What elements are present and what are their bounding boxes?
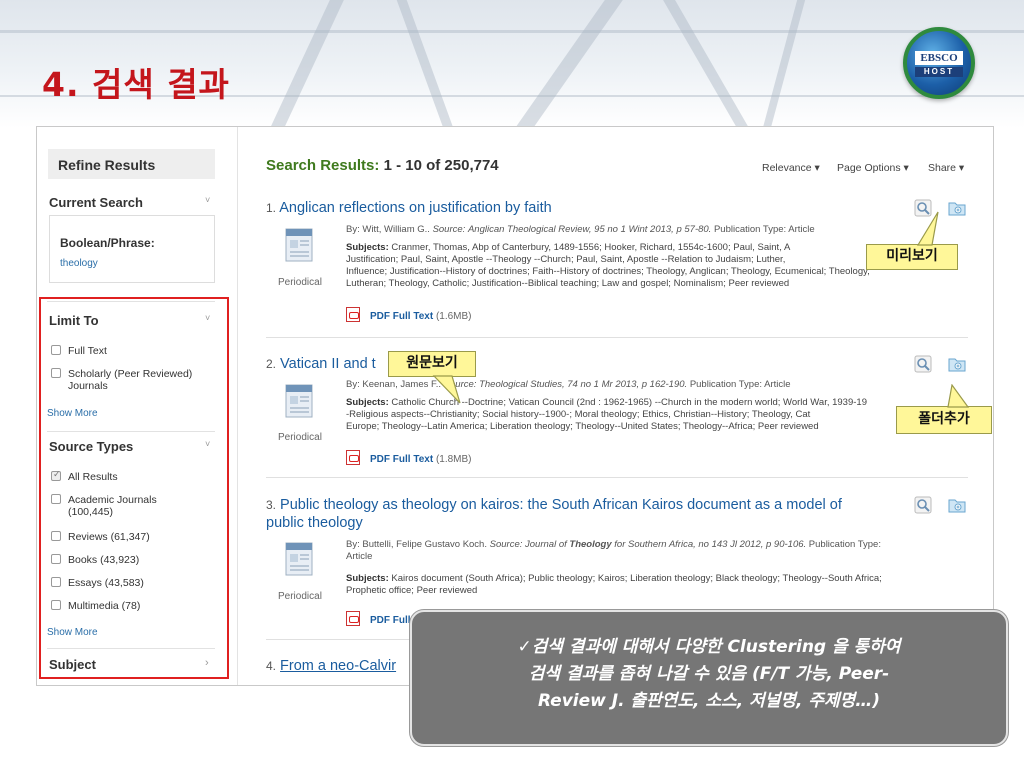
share-dropdown[interactable]: Share ▾: [928, 162, 964, 174]
callout-pointer: [947, 384, 970, 408]
publication-type-label: Periodical: [278, 277, 322, 288]
slide: 4. 검색 결과 EBSCO HOST Refine Results Curre…: [0, 0, 1024, 768]
filter-all-results[interactable]: All Results: [51, 469, 118, 483]
divider: [266, 477, 968, 478]
result-byline: By: Witt, William G.. Source: Anglican T…: [346, 224, 815, 235]
slide-header: 4. 검색 결과 EBSCO HOST: [0, 0, 1024, 128]
search-results-screenshot: Refine Results Current Search ˅ Boolean/…: [36, 126, 994, 686]
header-beam: [515, 0, 623, 128]
filter-full-text[interactable]: Full Text: [51, 345, 107, 357]
source-show-more-link[interactable]: Show More: [47, 627, 98, 638]
filter-essays[interactable]: Essays (43,583): [51, 577, 144, 589]
limit-show-more-link[interactable]: Show More: [47, 408, 98, 419]
page-title: 4. 검색 결과: [42, 65, 230, 104]
results-panel: Search Results: 1 - 10 of 250,774 Releva…: [237, 127, 993, 685]
publication-type-label: Periodical: [278, 591, 322, 602]
checkbox[interactable]: [51, 577, 61, 587]
pdf-full-text-link[interactable]: PDF Full: [346, 611, 411, 626]
chevron-down-icon[interactable]: ˅: [205, 439, 210, 449]
periodical-icon: [285, 542, 313, 576]
refine-results-heading: Refine Results: [48, 149, 215, 179]
callout-pointer: [916, 211, 939, 246]
divider: [266, 337, 968, 338]
divider: [47, 301, 215, 302]
current-search-toggle[interactable]: Current Search: [49, 195, 143, 210]
header-beam: [396, 0, 454, 128]
pdf-full-text-link[interactable]: PDF Full Text (1.6MB): [346, 307, 472, 322]
divider: [47, 648, 215, 649]
pdf-full-text-link[interactable]: PDF Full Text (1.8MB): [346, 450, 472, 465]
filter-scholarly[interactable]: Scholarly (Peer Reviewed) Journals: [51, 368, 208, 392]
periodical-icon: [285, 228, 313, 262]
chevron-down-icon[interactable]: ˅: [205, 195, 210, 205]
header-beam: [762, 0, 806, 128]
preview-magnifier-icon[interactable]: [914, 355, 932, 373]
checkbox[interactable]: [51, 368, 61, 378]
result-title-1[interactable]: 1. Anglican reflections on justification…: [266, 199, 552, 217]
checkbox[interactable]: [51, 494, 61, 504]
result-subjects: Subjects: Cranmer, Thomas, Abp of Canter…: [346, 242, 870, 289]
source-types-toggle[interactable]: Source Types: [49, 439, 133, 454]
boolean-phrase-label: Boolean/Phrase:: [60, 236, 155, 250]
preview-magnifier-icon[interactable]: [914, 496, 932, 514]
callout-folder: 폴더추가: [896, 406, 992, 434]
filter-academic-journals[interactable]: Academic Journals (100,445): [51, 494, 183, 518]
header-beam: [663, 0, 749, 128]
pdf-icon[interactable]: [346, 450, 360, 465]
pdf-icon[interactable]: [346, 307, 360, 322]
result-title-4[interactable]: 4. From a neo-Calvir: [266, 657, 396, 675]
checkbox-checked[interactable]: [51, 469, 61, 481]
callout-pointer: [432, 375, 461, 404]
search-term-link[interactable]: theology: [60, 258, 98, 269]
callout-fulltext: 원문보기: [388, 351, 476, 377]
result-title-3[interactable]: 3. Public theology as theology on kairos…: [266, 496, 916, 532]
add-to-folder-icon[interactable]: [948, 496, 966, 514]
refine-sidebar: Refine Results Current Search ˅ Boolean/…: [37, 127, 237, 685]
result-byline: By: Buttelli, Felipe Gustavo Koch. Sourc…: [346, 539, 881, 562]
chevron-down-icon[interactable]: ˅: [205, 313, 210, 323]
filter-multimedia[interactable]: Multimedia (78): [51, 600, 140, 612]
periodical-icon: [285, 384, 313, 418]
page-options-dropdown[interactable]: Page Options ▾: [837, 162, 909, 174]
result-byline: By: Keenan, James F.. Source: Theologica…: [346, 379, 791, 390]
chevron-right-icon[interactable]: ›: [205, 657, 209, 669]
result-subjects: Subjects: Kairos document (South Africa)…: [346, 573, 882, 596]
checkbox[interactable]: [51, 600, 61, 610]
logo-text-host: HOST: [915, 67, 963, 77]
ebsco-host-logo: EBSCO HOST: [903, 27, 975, 99]
checkbox[interactable]: [51, 345, 61, 355]
results-heading: Search Results: 1 - 10 of 250,774: [266, 157, 499, 174]
header-beam: [0, 30, 1024, 33]
info-line: Review J. 출판연도, 소스, 저널명, 주제명…): [537, 691, 881, 711]
relevance-dropdown[interactable]: Relevance ▾: [762, 162, 820, 174]
callout-preview: 미리보기: [866, 244, 958, 270]
filter-reviews[interactable]: Reviews (61,347): [51, 531, 150, 543]
info-note-box: ✓검색 결과에 대해서 다양한 Clustering 을 통하여 검색 결과를 …: [410, 610, 1008, 746]
add-to-folder-icon[interactable]: [948, 355, 966, 373]
info-line: ✓검색 결과에 대해서 다양한 Clustering 을 통하여: [517, 637, 901, 657]
info-line: 검색 결과를 좁혀 나갈 수 있음 (F/T 가능, Peer-: [528, 664, 890, 684]
result-subjects: Subjects: Catholic Church --Doctrine; Va…: [346, 397, 867, 432]
results-count: 1 - 10 of 250,774: [383, 157, 499, 174]
publication-type-label: Periodical: [278, 432, 322, 443]
divider: [47, 431, 215, 432]
logo-text-ebsco: EBSCO: [915, 51, 963, 65]
current-search-box: Boolean/Phrase: theology: [49, 215, 215, 283]
checkbox[interactable]: [51, 531, 61, 541]
limit-to-toggle[interactable]: Limit To: [49, 313, 99, 328]
filter-books[interactable]: Books (43,923): [51, 554, 139, 566]
header-beam: [270, 0, 344, 128]
subject-toggle[interactable]: Subject: [49, 657, 96, 672]
checkbox[interactable]: [51, 554, 61, 564]
pdf-icon[interactable]: [346, 611, 360, 626]
